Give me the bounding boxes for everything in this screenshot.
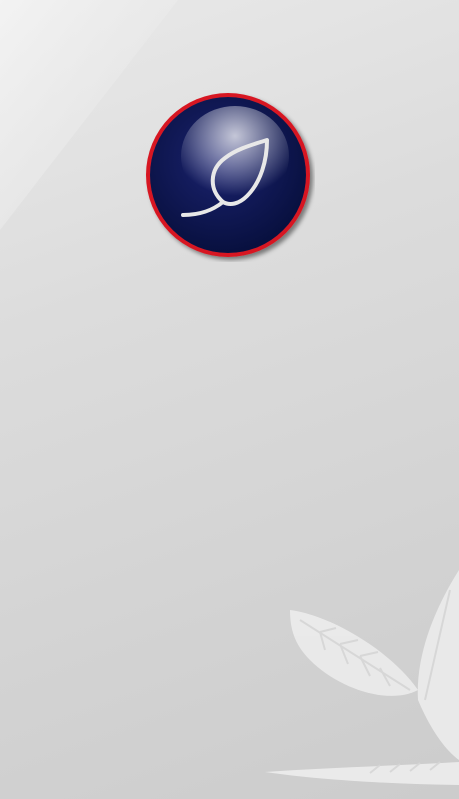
leaf-pattern-icon bbox=[265, 570, 459, 785]
leaf-icon bbox=[146, 93, 310, 257]
splash-screen bbox=[0, 0, 459, 799]
app-logo-badge bbox=[143, 90, 315, 262]
